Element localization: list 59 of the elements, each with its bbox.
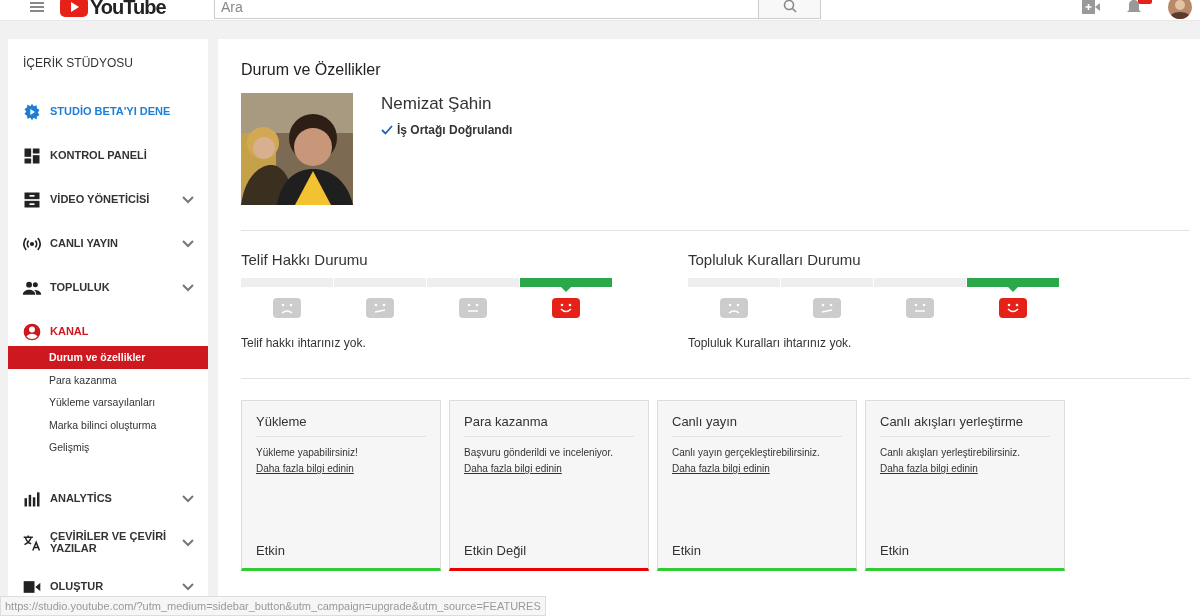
sidebar-item[interactable]: VİDEO YÖNETİCİSİ <box>50 194 182 206</box>
page-title: Durum ve Özellikler <box>241 60 382 80</box>
feature-status: Etkin <box>672 543 702 558</box>
sidebar-subitem[interactable]: Marka bilinci oluşturma <box>8 413 208 436</box>
learn-more-link[interactable]: Daha fazla bilgi edinin <box>464 461 562 477</box>
account-circle-icon <box>22 322 42 342</box>
channel-name: Nemizat Şahin <box>381 94 493 114</box>
pointer-icon <box>561 287 571 292</box>
status-message: Telif hakkı ihtarınız yok. <box>241 336 367 350</box>
card-description: Canlı akışları yerleştirebilirsiniz. Daha fazla bilgi edinin <box>880 445 1056 477</box>
sidebar-item[interactable]: OLUŞTUR <box>50 580 182 593</box>
menu-icon <box>30 2 44 12</box>
bell-icon <box>1126 0 1142 15</box>
dashboard-icon <box>22 146 42 166</box>
section-heading: Telif Hakkı Durumu <box>241 251 369 268</box>
face-icon <box>459 298 487 318</box>
card-description: Yükleme yapabilirsiniz! Daha fazla bilgi edinin <box>256 445 432 477</box>
avatar-icon <box>1168 0 1192 19</box>
card-description: Canlı yayın gerçekleştirebilirsiniz. Daha fazla bilgi edinin <box>672 445 848 477</box>
url-tooltip: https://studio.youtube.com/?utm_medium=sidebar_button&utm_campaign=upgrade&utm_source=FEATURES <box>0 596 546 616</box>
sidebar-item[interactable]: CANLI YAYIN <box>50 238 182 250</box>
drawers-icon <box>22 190 42 210</box>
sidebar-subitem[interactable]: Para kazanma <box>8 368 208 391</box>
gear-icon <box>22 102 42 122</box>
sidebar-item[interactable]: KANAL <box>50 326 194 338</box>
sidebar-subitem[interactable]: Gelişmiş <box>8 436 208 459</box>
learn-more-link[interactable]: Daha fazla bilgi edinin <box>256 461 354 477</box>
section-heading: Topluluk Kuralları Durumu <box>688 251 862 268</box>
face-icon <box>552 298 580 318</box>
card-title: Canlı yayın <box>672 414 842 437</box>
face-icon <box>906 298 934 318</box>
card-title: Para kazanma <box>464 414 634 437</box>
sidebar-item[interactable]: ANALYTİCS <box>50 492 182 505</box>
sidebar-item[interactable]: ÇEVİRİLER VE ÇEVİRİ YAZILAR <box>50 530 182 555</box>
pointer-icon <box>1008 287 1018 292</box>
face-icon <box>999 298 1027 318</box>
verification-status: İş Ortağı Doğrulandı <box>397 123 513 137</box>
face-icon <box>366 298 394 318</box>
card-title: Canlı akışları yerleştirme <box>880 414 1050 437</box>
face-icon <box>813 298 841 318</box>
sidebar-item[interactable]: KONTROL PANELİ <box>50 150 194 162</box>
feature-status: Etkin <box>256 543 286 558</box>
face-icon <box>273 298 301 318</box>
search-button[interactable] <box>759 0 821 19</box>
search-icon <box>782 0 797 13</box>
status-message: Topluluk Kuralları ihtarınız yok. <box>688 336 853 350</box>
sidebar-item[interactable]: STUDİO BETA'YI DENE <box>50 106 194 118</box>
feature-status: Etkin Değil <box>464 543 528 558</box>
search-field[interactable]: Ara <box>214 0 759 19</box>
card-description: Başvuru gönderildi ve inceleniyor. Daha fazla bilgi edinin <box>464 445 640 477</box>
face-icon <box>720 298 748 318</box>
learn-more-link[interactable]: Daha fazla bilgi edinin <box>880 461 978 477</box>
sidebar-subitem[interactable]: Durum ve özellikler <box>8 346 208 369</box>
card-title: Yükleme <box>256 414 426 437</box>
sidebar-heading: İÇERİK STÜDYOSU <box>22 55 134 72</box>
sidebar-item[interactable]: TOPLULUK <box>50 282 182 294</box>
learn-more-link[interactable]: Daha fazla bilgi edinin <box>672 461 770 477</box>
feature-status: Etkin <box>880 543 910 558</box>
sidebar-subitem[interactable]: Yükleme varsayılanları <box>8 391 208 414</box>
